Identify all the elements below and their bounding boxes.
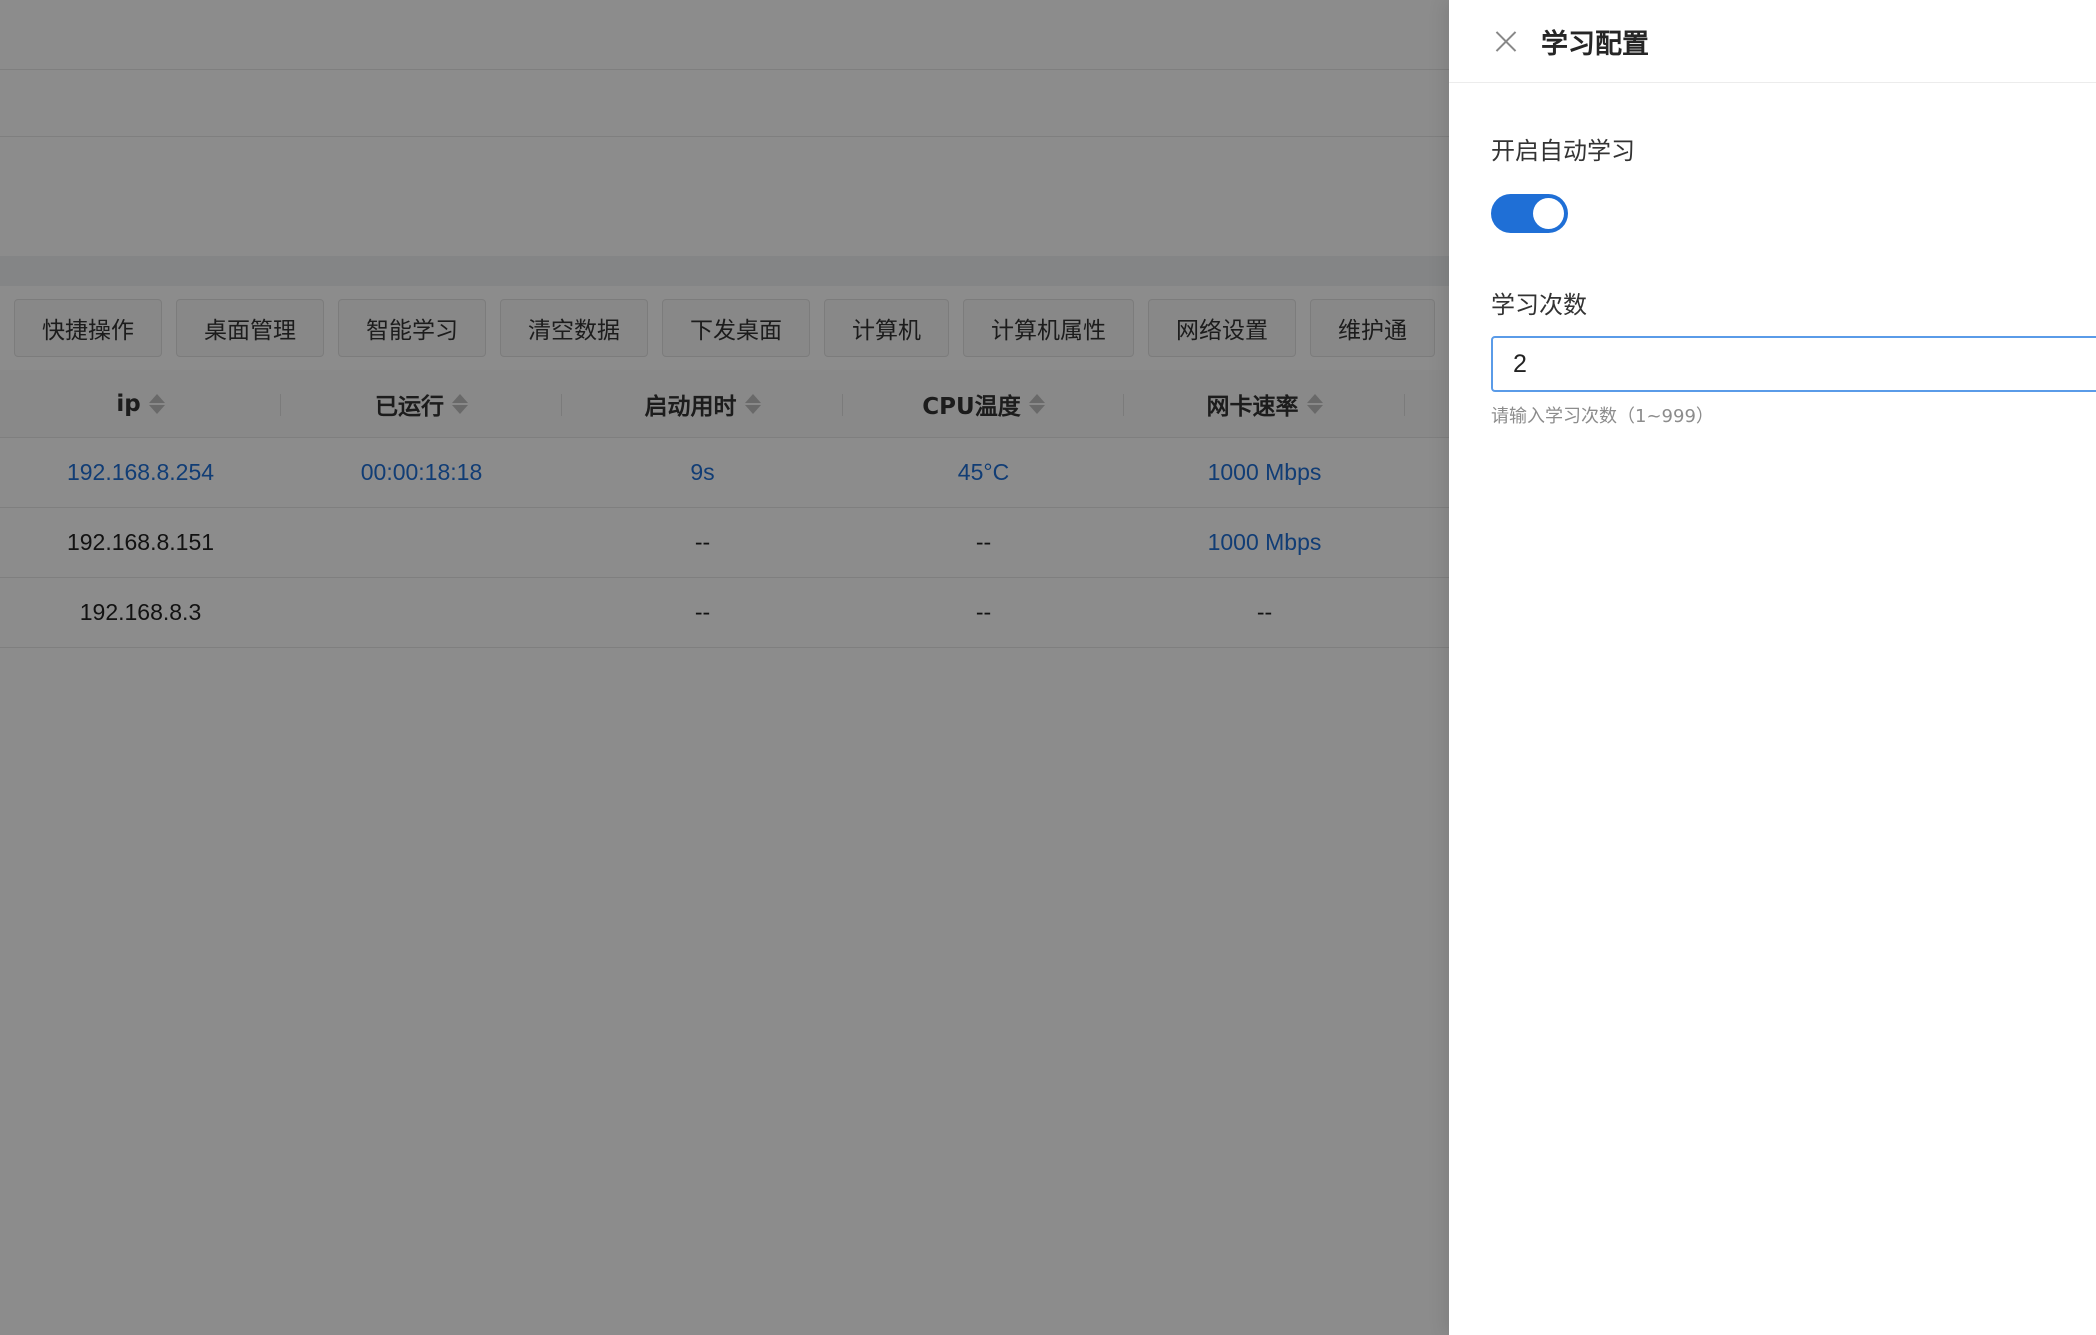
learn-count-field: 学习次数 请输入学习次数（1~999） xyxy=(1491,285,2096,428)
learning-config-drawer: 学习配置 开启自动学习 学习次数 请输入学习次数（1~999） xyxy=(1449,0,2096,1335)
auto-learn-label: 开启自动学习 xyxy=(1491,137,1635,165)
auto-learn-toggle[interactable] xyxy=(1491,194,1568,233)
learn-count-hint: 请输入学习次数（1~999） xyxy=(1491,406,1714,427)
toggle-knob xyxy=(1533,198,1564,229)
learn-count-label: 学习次数 xyxy=(1491,291,1587,319)
learn-count-input[interactable] xyxy=(1491,336,2096,392)
drawer-title: 学习配置 xyxy=(1541,28,1649,60)
drawer-body: 开启自动学习 学习次数 请输入学习次数（1~999） xyxy=(1449,83,2096,428)
drawer-header: 学习配置 xyxy=(1449,0,2096,83)
close-icon[interactable] xyxy=(1491,26,1521,56)
